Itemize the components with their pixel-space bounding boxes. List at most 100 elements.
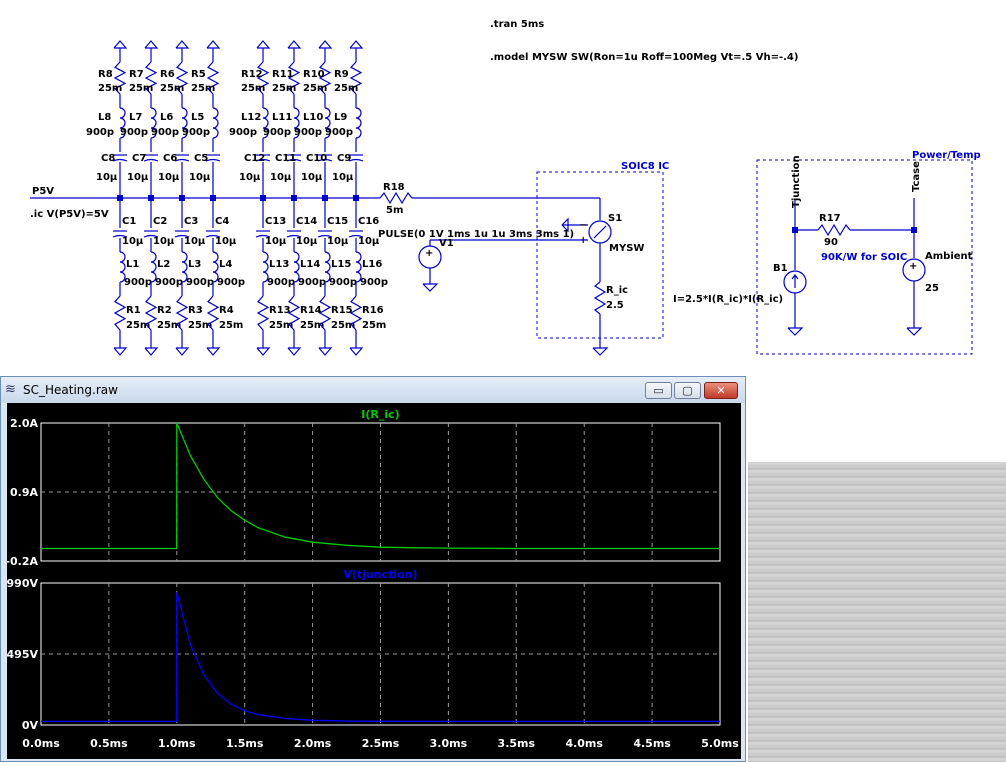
- close-button[interactable]: ✕: [704, 382, 738, 399]
- window-title: SC_Heating.raw: [23, 383, 118, 397]
- capacitor-label: C10: [306, 153, 327, 164]
- inductor-value: 900p: [298, 277, 326, 288]
- capacitor-label: C15: [327, 216, 348, 227]
- inductor-l9[interactable]: [355, 107, 362, 139]
- capacitor-label: C14: [296, 216, 317, 227]
- capacitor-label: C5: [194, 153, 208, 164]
- capacitor-value: 10µ: [158, 172, 180, 183]
- inductor-value: 900p: [120, 127, 148, 138]
- s1-ctrl-minus: −: [579, 220, 587, 231]
- model-directive[interactable]: .model MYSW SW(Ron=1u Roff=100Meg Vt=.5 …: [490, 52, 798, 63]
- r18-value: 5m: [386, 205, 403, 216]
- inductor-l5[interactable]: [212, 107, 219, 139]
- vdd-arrow-icon: [206, 40, 221, 49]
- resistor-r13[interactable]: [256, 295, 270, 331]
- y-tick-label: -0.2A: [7, 555, 38, 568]
- resistor-value: 25m: [362, 320, 386, 331]
- resistor-value: 25m: [303, 83, 327, 94]
- capacitor-value: 10µ: [296, 236, 318, 247]
- inductor-label: L14: [300, 259, 320, 270]
- waveform-window[interactable]: ≋ SC_Heating.raw ▭ ▢ ✕ 2.0A 0.9A -0.2A I(R_…: [0, 376, 746, 762]
- inductor-label: L6: [160, 112, 173, 123]
- resistor-label: R13: [269, 305, 291, 316]
- current-plot-title[interactable]: I(R_ic): [361, 408, 399, 421]
- plot-area[interactable]: 2.0A 0.9A -0.2A I(R_ic) 990V 495V 0V V(tjunctio…: [5, 403, 741, 759]
- inductor-value: 900p: [229, 127, 257, 138]
- x-tick-label: 4.0ms: [565, 737, 603, 750]
- vdd-arrow-icon: [287, 40, 302, 49]
- r17-resistor[interactable]: [817, 223, 851, 237]
- r18-resistor[interactable]: [379, 191, 413, 205]
- capacitor-label: C11: [275, 153, 296, 164]
- capacitor-value: 10µ: [153, 236, 175, 247]
- top-decoupling-rows: R8 25m L8 900p C8 10µ R7 25m L7 900p C7 10µ R6 25m L6 9…: [86, 40, 364, 201]
- resistor-label: R1: [126, 305, 141, 316]
- inductor-value: 900p: [325, 127, 353, 138]
- window-titlebar[interactable]: ≋ SC_Heating.raw ▭ ▢ ✕: [1, 377, 745, 403]
- resistor-r1[interactable]: [113, 295, 127, 331]
- v1-pulse-value[interactable]: PULSE(0 1V 1ms 1u 1u 3ms 3ms 1): [378, 229, 574, 240]
- resistor-label: R9: [334, 69, 349, 80]
- inductor-label: L2: [157, 259, 170, 270]
- inductor-value: 900p: [267, 277, 295, 288]
- ground-icon: [287, 347, 302, 356]
- waveform-plots[interactable]: 2.0A 0.9A -0.2A I(R_ic) 990V 495V 0V V(tjunctio…: [5, 403, 741, 759]
- resistor-label: R11: [272, 69, 294, 80]
- inductor-label: L5: [191, 112, 204, 123]
- x-tick-label: 2.0ms: [294, 737, 332, 750]
- inductor-value: 900p: [124, 277, 152, 288]
- inductor-label: L4: [219, 259, 232, 270]
- capacitor-label: C3: [184, 216, 198, 227]
- capacitor-value: 10µ: [122, 236, 144, 247]
- ground-icon: [349, 347, 364, 356]
- ground-icon: [256, 347, 271, 356]
- inductor-label: L11: [272, 112, 292, 123]
- ic-directive[interactable]: .ic V(P5V)=5V: [30, 209, 109, 220]
- inductor-value: 900p: [294, 127, 322, 138]
- tjunction-label: Tjunction: [791, 155, 802, 208]
- maximize-button[interactable]: ▢: [674, 382, 701, 399]
- resistor-value: 25m: [272, 83, 296, 94]
- x-tick-label: 2.5ms: [362, 737, 400, 750]
- resistor-value: 25m: [191, 83, 215, 94]
- resistor-label: R16: [362, 305, 384, 316]
- capacitor-value: 10µ: [270, 172, 292, 183]
- capacitor-value: 10µ: [327, 236, 349, 247]
- inductor-label: L3: [188, 259, 201, 270]
- resistor-label: R14: [300, 305, 322, 316]
- vdd-arrow-icon: [175, 40, 190, 49]
- inductor-label: L10: [303, 112, 323, 123]
- y-tick-label: 495V: [7, 648, 38, 661]
- inductor-label: L7: [129, 112, 142, 123]
- x-tick-label: 5.0ms: [701, 737, 739, 750]
- inductor-label: L9: [334, 112, 347, 123]
- x-tick-label: 4.5ms: [633, 737, 671, 750]
- inductor-label: L13: [269, 259, 289, 270]
- minimize-button[interactable]: ▭: [645, 382, 672, 399]
- resistor-value: 25m: [219, 320, 243, 331]
- inductor-value: 900p: [360, 277, 388, 288]
- capacitor-label: C7: [132, 153, 146, 164]
- r-ic-resistor[interactable]: [593, 281, 607, 315]
- x-tick-label: 1.0ms: [158, 737, 196, 750]
- temperature-plot-title[interactable]: V(tjunction): [343, 568, 417, 581]
- capacitor-label: C2: [153, 216, 167, 227]
- capacitor-value: 10µ: [265, 236, 287, 247]
- tran-directive[interactable]: .tran 5ms: [490, 19, 544, 30]
- capacitor-label: C9: [337, 153, 351, 164]
- capacitor-value: 10µ: [301, 172, 323, 183]
- r17-label: R17: [819, 213, 841, 224]
- x-tick-label: 0.5ms: [90, 737, 128, 750]
- capacitor-label: C13: [265, 216, 286, 227]
- resistor-label: R2: [157, 305, 172, 316]
- y-tick-label: 0.9A: [10, 486, 38, 499]
- p5v-net-label[interactable]: P5V: [32, 186, 54, 197]
- x-tick-label: 3.5ms: [498, 737, 536, 750]
- r-ic-label: R_ic: [606, 285, 628, 296]
- inductor-value: 900p: [182, 127, 210, 138]
- b1-expression[interactable]: I=2.5*I(R_ic)*I(R_ic): [673, 294, 783, 305]
- ambient-label: Ambient: [925, 251, 973, 262]
- resistor-value: 25m: [129, 83, 153, 94]
- inductor-label: L1: [126, 259, 139, 270]
- inductor-label: L12: [241, 112, 261, 123]
